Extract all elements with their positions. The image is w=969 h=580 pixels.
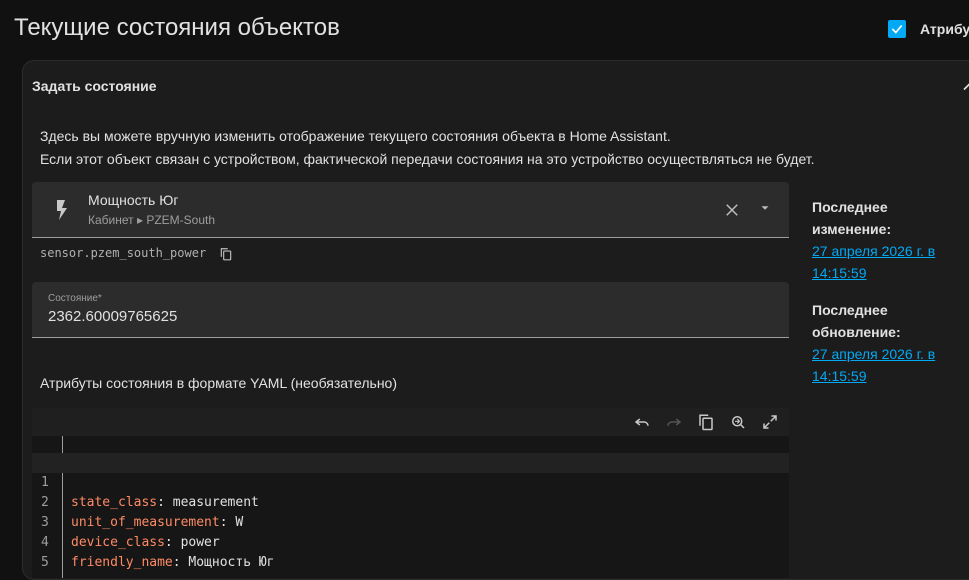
code-line[interactable]: 3 device_class: power [32, 493, 789, 550]
line-number: 5 [41, 555, 49, 570]
entity-id: sensor.pzem_south_power [40, 246, 207, 260]
state-field-label: Состояние* [48, 293, 102, 304]
copy-code-button[interactable] [695, 411, 717, 433]
page-title: Текущие состояния объектов [14, 14, 340, 41]
editor-toolbar [631, 408, 789, 436]
yaml-value: Мощность Юг [188, 555, 275, 570]
copy-icon[interactable] [219, 247, 233, 261]
expand-icon [763, 415, 777, 429]
close-icon[interactable] [723, 201, 741, 219]
last-updated-link[interactable]: 27 апреля 2026 г. в 14:15:59 [812, 343, 952, 387]
attributes-toggle-label: Атрибуты [920, 21, 969, 37]
state-field[interactable]: Состояние* 2362.60009765625 [32, 282, 789, 338]
code-line[interactable]: 2 unit_of_measurement: W [32, 473, 789, 530]
entity-path: Кабинет ▸ PZEM-South [88, 213, 216, 227]
check-icon [891, 24, 903, 34]
redo-button[interactable] [663, 411, 685, 433]
entity-name: Мощность Юг [88, 192, 179, 208]
last-changed-link[interactable]: 27 апреля 2026 г. в 14:15:59 [812, 240, 952, 284]
last-updated-label: Последнее обновление: [812, 302, 901, 340]
undo-icon [634, 418, 649, 426]
card-title: Задать состояние [32, 78, 157, 94]
attributes-checkbox[interactable] [888, 20, 906, 38]
search-replace-button[interactable] [727, 411, 749, 433]
chevron-down-icon[interactable] [758, 201, 772, 215]
copy-icon [699, 414, 713, 431]
chevron-up-icon[interactable] [959, 77, 969, 97]
editor-body[interactable]: 1 state_class: measurement 2 unit_of_mea… [32, 436, 789, 578]
find-replace-icon [732, 416, 745, 429]
yaml-editor[interactable]: 1 state_class: measurement 2 unit_of_mea… [32, 408, 789, 578]
code-line[interactable]: 5 [32, 533, 789, 570]
code-line[interactable]: 1 state_class: measurement [32, 453, 789, 510]
undo-button[interactable] [631, 411, 653, 433]
fullscreen-button[interactable] [759, 411, 781, 433]
state-field-value[interactable]: 2362.60009765625 [48, 308, 177, 325]
flash-icon [57, 200, 67, 220]
info-line-2: Если этот объект связан с устройством, ф… [40, 151, 815, 167]
last-changed: Последнее изменение: 27 апреля 2026 г. в… [812, 196, 952, 284]
card-header[interactable]: Задать состояние [23, 61, 969, 111]
info-line-1: Здесь вы можете вручную изменить отображ… [40, 128, 671, 144]
info-text: Здесь вы можете вручную изменить отображ… [40, 125, 815, 171]
entity-picker[interactable]: Мощность Юг Кабинет ▸ PZEM-South [32, 182, 789, 238]
attributes-yaml-label: Атрибуты состояния в формате YAML (необя… [40, 375, 397, 391]
last-changed-label: Последнее изменение: [812, 199, 892, 237]
last-updated: Последнее обновление: 27 апреля 2026 г. … [812, 299, 952, 387]
code-line[interactable]: 4 friendly_name: Мощность Юг [32, 513, 789, 570]
attributes-toggle[interactable]: Атрибуты [888, 20, 969, 38]
redo-icon [667, 418, 682, 426]
